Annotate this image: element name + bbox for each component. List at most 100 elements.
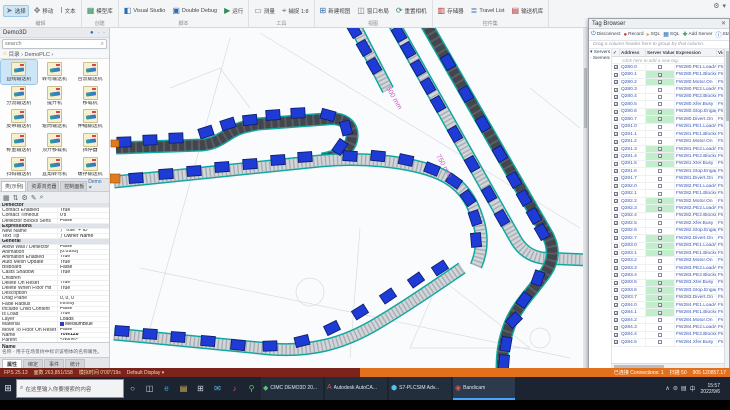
taskbar-quick-icon[interactable]: ✉ [209,377,226,400]
catalog-item[interactable]: 扫码输送机 [1,155,37,178]
tote-box[interactable] [243,114,258,125]
tag-row[interactable]: Q281.5 FW281.Xfer.Busy FW281.Xfer.Busy [612,161,724,168]
tab-resources[interactable]: 资源浏览器 [27,181,59,191]
tag-server-value[interactable] [646,317,675,323]
ribbon-button[interactable]: ▣Double Debug [170,6,219,16]
tote-box[interactable] [143,329,158,340]
properties-toolbar-icon[interactable]: ⚙ [22,194,28,202]
taskbar-app-button[interactable]: A Autodesk AutoCA... [325,377,387,400]
tag-row[interactable]: Q284.4 FW284.PE2.Blocked FW284.PE2.Block… [612,332,724,339]
tag-server-value[interactable] [646,198,675,204]
tag-server-value[interactable] [646,235,675,241]
tag-server-value[interactable] [646,86,675,92]
tag-server-value[interactable] [646,265,675,271]
properties-toolbar-icon[interactable]: ▦ [3,194,10,202]
tote-box[interactable] [498,355,509,368]
tag-server-value[interactable] [646,190,675,196]
tag-active-checkbox[interactable] [612,243,620,249]
taskbar-quick-icon[interactable]: ♪ [226,377,243,400]
tag-server-value[interactable] [646,109,675,115]
tag-server-value[interactable] [646,257,675,263]
tag-server-value[interactable] [646,332,675,338]
tag-row[interactable]: Q281.4 FW281.PE2.Blocked FW281.PE2.Block… [612,153,724,160]
tag-grid-vscrollbar[interactable] [724,49,729,369]
tag-row[interactable]: Q284.3 FW284.PE2.LoadArrived FW284.PE2.L… [612,324,724,331]
catalog-item[interactable]: 转弯输送机 [37,60,73,84]
taskbar-quick-icon[interactable]: ▤ [175,377,192,400]
tag-browser-toolbar-button[interactable]: ●Record [623,32,643,38]
taskbar-quick-icon[interactable]: ◫ [141,377,158,400]
ribbon-button[interactable]: ≣Travel List [469,6,507,16]
tote-box[interactable] [500,336,512,352]
tag-row[interactable]: Q281.3 FW281.PE2.LoadArrived FW281.PE2.L… [612,146,724,153]
tag-active-checkbox[interactable] [612,71,620,77]
tree-node-siemens[interactable]: · Siemens S7 [590,56,610,62]
tray-network-icon[interactable]: ⊜ [673,385,678,392]
tag-active-checkbox[interactable] [612,287,620,293]
tag-server-value[interactable] [646,146,675,152]
tag-row[interactable]: Q283.1 FW283.PE1.Blocked FW283.PE1.Block… [612,250,724,257]
language-indicator[interactable]: 中 [690,384,696,393]
tag-row[interactable]: Q282.0 FW282.PE1.LoadArrived FW282.PE1.L… [612,183,724,190]
tote-box[interactable] [169,133,183,143]
tag-active-checkbox[interactable] [612,101,620,107]
tote-box[interactable] [159,169,174,180]
tag-active-checkbox[interactable] [612,265,620,271]
tag-active-checkbox[interactable] [612,138,620,144]
tag-server-value[interactable] [646,243,675,249]
tag-server-value[interactable] [646,183,675,189]
tag-active-checkbox[interactable] [612,302,620,308]
tote-box[interactable] [298,152,313,163]
ribbon-button[interactable]: ⟳重置相机 [394,6,429,16]
catalog-item[interactable]: 顶升移载机 [37,131,73,155]
tag-row[interactable]: Q284.0 FW284.PE1.LoadArrived FW284.PE1.L… [612,302,724,309]
properties-toolbar-icon[interactable]: ⌕ [40,194,44,202]
tag-active-checkbox[interactable] [612,109,620,115]
tag-row[interactable]: Q282.1 FW282.PE1.Blocked FW282.PE1.Block… [612,190,724,197]
taskbar-quick-icon[interactable]: ○ [124,377,141,400]
tag-active-checkbox[interactable] [612,124,620,130]
tag-server-value[interactable] [646,71,675,77]
tag-server-value[interactable] [646,213,675,219]
taskbar-clock[interactable]: 15:57 2022/9/6 [699,383,722,395]
tag-active-checkbox[interactable] [612,257,620,263]
tag-row[interactable]: Q282.2 FW282.Motor.On FW282.Motor.On [612,198,724,205]
tag-server-value[interactable] [646,280,675,286]
tag-server-value[interactable] [646,124,675,130]
tag-active-checkbox[interactable] [612,190,620,196]
tag-active-checkbox[interactable] [612,324,620,330]
tag-server-value[interactable] [646,153,675,159]
ribbon-button[interactable]: ➤选择 [3,5,29,17]
tag-row[interactable]: Q282.7 FW282.Divert.On FW282.Divert.On [612,235,724,242]
tab-bindings[interactable]: 绑定 [23,359,43,368]
tag-active-checkbox[interactable] [612,131,620,137]
tag-active-checkbox[interactable] [612,205,620,211]
tote-box[interactable] [115,326,130,337]
tag-active-checkbox[interactable] [612,280,620,286]
tote-box[interactable] [143,135,157,145]
tag-active-checkbox[interactable] [612,153,620,159]
tote-box[interactable] [371,150,386,161]
catalog-item[interactable]: 挡停器 [72,131,108,155]
tag-active-checkbox[interactable] [612,79,620,85]
tag-server-value[interactable] [646,116,675,122]
tag-row[interactable]: Q283.4 FW283.PE2.Blocked FW283.PE2.Block… [612,272,724,279]
catalog-search[interactable]: ⌕ [2,39,107,49]
tag-server-value[interactable] [646,220,675,226]
tag-server-value[interactable] [646,309,675,315]
tag-row[interactable]: Q280.4 FW280.PE2.Blocked FW280.PE2.Block… [612,94,724,101]
tag-row[interactable]: Q281.2 FW281.Motor.On FW281.Motor.On [612,138,724,145]
tag-server-value[interactable] [646,161,675,167]
tray-chevron-icon[interactable]: ∧ [665,385,669,392]
tag-row[interactable]: Q281.1 FW281.PE1.Blocked FW281.PE1.Block… [612,131,724,138]
tag-row[interactable]: Q281.6 FW281.Stop.Engaged FW281.Stop.Eng… [612,168,724,175]
tote-box[interactable] [263,341,277,351]
tag-row[interactable]: Q280.1 FW280.PE1.Blocked FW280.PE1.Block… [612,71,724,78]
tag-row[interactable]: Q283.7 FW283.Divert.On FW283.Divert.On [612,295,724,302]
tag-server-value[interactable] [646,138,675,144]
tag-row[interactable]: Q280.7 FW280.Divert.On FW280.Divert.On [612,116,724,123]
tag-row[interactable]: Q283.3 FW283.PE2.LoadArrived FW283.PE2.L… [612,265,724,272]
search-input[interactable] [5,41,101,47]
start-button[interactable]: ⊞ [0,377,16,400]
tag-row[interactable]: Q281.0 FW281.PE1.LoadArrived FW281.PE1.L… [612,124,724,131]
